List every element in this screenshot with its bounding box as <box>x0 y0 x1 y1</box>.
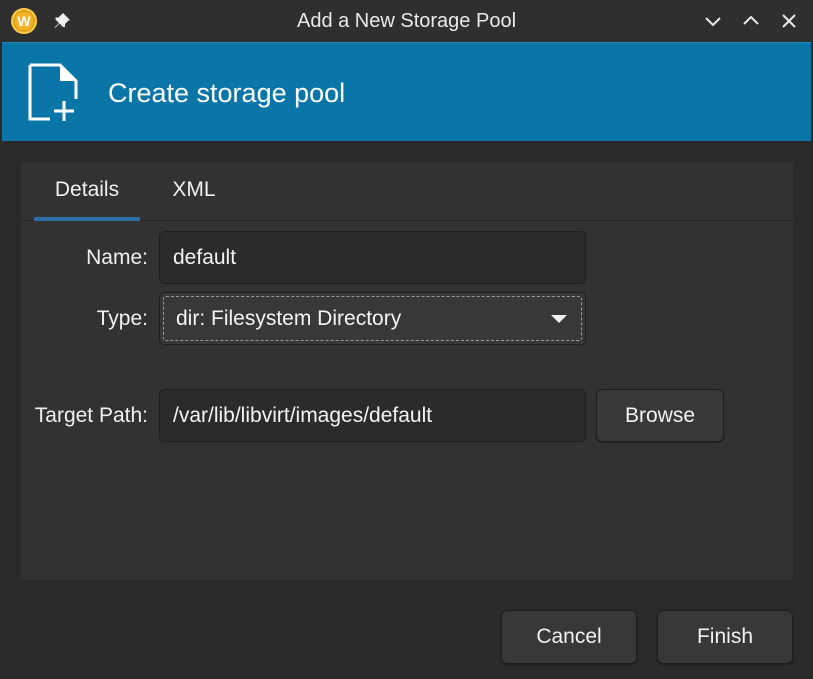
finish-button[interactable]: Finish <box>657 610 793 664</box>
window-title: Add a New Storage Pool <box>296 10 517 32</box>
tab-xml[interactable]: XML <box>145 162 243 220</box>
header-banner: Create storage pool <box>2 42 811 141</box>
type-label: Type: <box>96 307 148 330</box>
details-notebook: Details XML Name: default Type: dir: Fil… <box>21 162 793 580</box>
target-path-label: Target Path: <box>34 404 148 427</box>
add-storage-pool-dialog: W Add a New Storage Pool Create storage … <box>0 0 813 679</box>
dropdown-arrow-icon <box>551 314 567 323</box>
close-icon <box>782 14 796 28</box>
minimize-button[interactable] <box>700 9 726 33</box>
tab-details[interactable]: Details <box>34 162 140 221</box>
pin-icon[interactable] <box>52 11 72 31</box>
w-logo-icon: W <box>15 12 33 30</box>
new-document-icon <box>26 63 80 123</box>
close-button[interactable] <box>776 9 802 33</box>
title-bar[interactable]: W Add a New Storage Pool <box>0 0 813 42</box>
name-label: Name: <box>86 246 148 269</box>
app-icon[interactable]: W <box>11 8 37 34</box>
type-dropdown-value: dir: Filesystem Directory <box>176 306 402 330</box>
app-icon-letter: W <box>17 13 31 29</box>
browse-button[interactable]: Browse <box>596 389 724 442</box>
name-input[interactable]: default <box>159 231 586 284</box>
target-path-input[interactable]: /var/lib/libvirt/images/default <box>159 389 586 442</box>
chevron-down-icon <box>705 17 721 27</box>
cancel-button[interactable]: Cancel <box>501 610 637 664</box>
tab-bar: Details XML <box>21 162 793 221</box>
maximize-button[interactable] <box>738 9 764 33</box>
chevron-up-icon <box>743 15 759 25</box>
type-dropdown[interactable]: dir: Filesystem Directory <box>159 292 586 345</box>
banner-title: Create storage pool <box>108 78 346 108</box>
